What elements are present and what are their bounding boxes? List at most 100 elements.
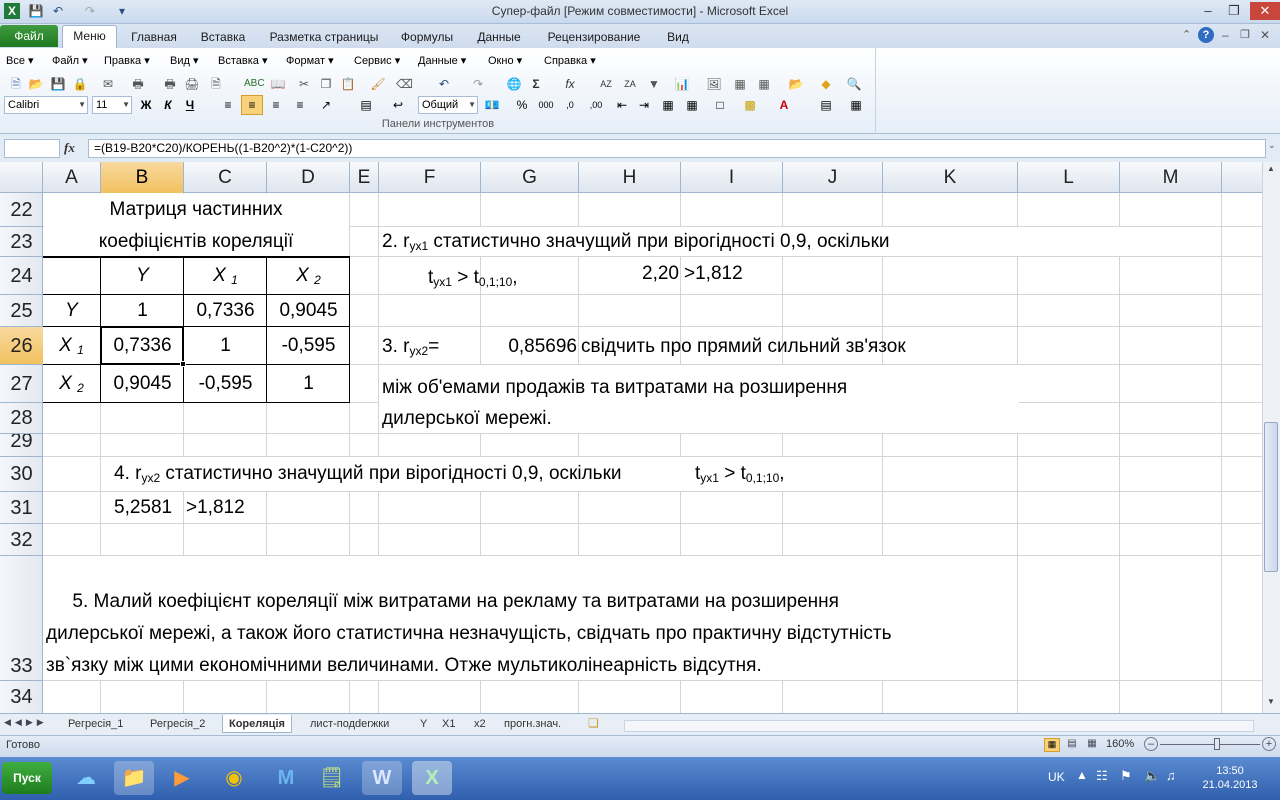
- paste-icon[interactable]: 📋: [340, 76, 356, 92]
- ie-icon[interactable]: ☁: [66, 761, 106, 795]
- sheet-tab-x2[interactable]: x2: [468, 715, 492, 733]
- cell-b24[interactable]: Y: [101, 264, 184, 288]
- tab-file[interactable]: Файл: [0, 25, 58, 47]
- row-header-27[interactable]: 27: [0, 365, 43, 403]
- copy-icon[interactable]: ❐: [318, 76, 334, 92]
- scroll-thumb[interactable]: [1264, 422, 1278, 572]
- row-header-22[interactable]: 22: [0, 193, 43, 227]
- help-icon[interactable]: ?: [1198, 27, 1214, 43]
- cell-b26[interactable]: 0,7336: [101, 334, 184, 358]
- format-cells-icon[interactable]: ▦: [660, 97, 676, 113]
- undo-toolbar-icon[interactable]: ↶: [436, 76, 452, 92]
- fill-color-icon[interactable]: ▩: [742, 97, 758, 113]
- borders-icon[interactable]: □: [712, 97, 728, 113]
- clear-icon[interactable]: ⌫: [396, 76, 413, 92]
- new-icon[interactable]: 🗎: [8, 76, 24, 92]
- cell-a27[interactable]: X 2: [43, 372, 100, 400]
- row-header-29[interactable]: 29: [0, 434, 43, 457]
- zoom-level[interactable]: 160%: [1106, 738, 1134, 750]
- zoom-out-icon[interactable]: –: [1144, 737, 1158, 751]
- sheet-tab-regression-1[interactable]: Регресія_1: [62, 715, 129, 733]
- menu-tools[interactable]: Сервис ▾: [354, 53, 400, 69]
- number-format-combo[interactable]: Общий ▼: [418, 96, 478, 114]
- row-header-32[interactable]: 32: [0, 524, 43, 556]
- menu-window[interactable]: Окно ▾: [488, 53, 522, 69]
- row-header-34[interactable]: 34: [0, 681, 43, 713]
- cell-b27[interactable]: 0,9045: [101, 372, 184, 396]
- menu-insert[interactable]: Вставка ▾: [218, 53, 267, 69]
- styles-icon[interactable]: ▤: [818, 97, 834, 113]
- cell-f28[interactable]: дилерської мережі.: [382, 407, 552, 431]
- speaker-icon[interactable]: ♫: [1166, 768, 1176, 783]
- tab-home[interactable]: Главная: [126, 27, 182, 47]
- row-header-25[interactable]: 25: [0, 295, 43, 327]
- cell-c24[interactable]: X 1: [184, 264, 267, 292]
- cell-h26[interactable]: свідчить про прямий сильний зв'язок: [581, 335, 906, 359]
- folder-icon[interactable]: 📂: [788, 76, 804, 92]
- cell-f26[interactable]: 3. ryx2=: [382, 335, 439, 363]
- menu-help[interactable]: Справка ▾: [544, 53, 596, 69]
- cell-d26[interactable]: -0,595: [267, 334, 350, 358]
- row-header-30[interactable]: 30: [0, 457, 43, 492]
- quick-print-icon[interactable]: 🖨: [184, 76, 200, 92]
- cell-b30[interactable]: 4. ryx2 статистично значущий при вірогід…: [114, 462, 622, 490]
- filter-icon[interactable]: ▼: [646, 76, 662, 92]
- cell-a33-line3[interactable]: зв`язку між цими економічними величинами…: [46, 654, 762, 678]
- name-box[interactable]: [4, 139, 60, 158]
- cell-b25[interactable]: 1: [101, 299, 184, 323]
- clock[interactable]: 13:50 21.04.2013: [1190, 764, 1270, 792]
- chart-icon[interactable]: 📊: [674, 76, 690, 92]
- network-icon[interactable]: ☷: [1096, 768, 1108, 784]
- italic-button[interactable]: К: [160, 97, 176, 113]
- column-header-d[interactable]: D: [267, 162, 350, 193]
- horizontal-scrollbar[interactable]: [624, 720, 1254, 732]
- menu-all[interactable]: Все ▾: [6, 53, 34, 69]
- autosum-icon[interactable]: Σ: [528, 76, 544, 92]
- permission-icon[interactable]: 🔒: [72, 76, 88, 92]
- language-indicator[interactable]: UK: [1048, 770, 1065, 784]
- row-header-31[interactable]: 31: [0, 492, 43, 524]
- cell-f27[interactable]: між об'емами продажів та витратами на ро…: [382, 376, 847, 400]
- tab-formulas[interactable]: Формулы: [394, 27, 460, 47]
- thousands-icon[interactable]: 000: [538, 97, 554, 113]
- row-header-24[interactable]: 24: [0, 257, 43, 295]
- column-header-m[interactable]: M: [1120, 162, 1222, 193]
- cell-d25[interactable]: 0,9045: [267, 299, 350, 323]
- font-name-combo[interactable]: Calibri ▼: [4, 96, 88, 114]
- font-size-combo[interactable]: 11 ▼: [92, 96, 132, 114]
- sort-asc-icon[interactable]: AZ: [598, 76, 614, 92]
- column-header-g[interactable]: G: [481, 162, 579, 193]
- borders-grid-icon[interactable]: ▦: [756, 76, 772, 92]
- format-cells-2-icon[interactable]: ▦: [684, 97, 700, 113]
- align-center-icon[interactable]: ≡: [241, 95, 263, 115]
- sheet-tab-x1[interactable]: X1: [436, 715, 461, 733]
- zoom-icon[interactable]: 🔍: [846, 76, 862, 92]
- notes-icon[interactable]: 🗒: [312, 761, 352, 795]
- increase-indent-icon[interactable]: ⇥: [636, 97, 652, 113]
- cell-b31[interactable]: 5,2581: [114, 496, 172, 520]
- cell-i24[interactable]: >1,812: [684, 262, 743, 286]
- scroll-up-icon[interactable]: ▲: [1264, 164, 1278, 178]
- zoom-slider-thumb[interactable]: [1214, 738, 1220, 750]
- doc-close-icon[interactable]: ✕: [1260, 28, 1270, 42]
- menu-edit[interactable]: Правка ▾: [104, 53, 150, 69]
- menu-data[interactable]: Данные ▾: [418, 53, 466, 69]
- mathcad-icon[interactable]: M: [266, 761, 306, 795]
- doc-restore-icon[interactable]: ❐: [1240, 28, 1250, 41]
- underline-button[interactable]: Ч: [182, 97, 198, 113]
- font-color-icon[interactable]: A: [776, 97, 792, 113]
- wrap-text-icon[interactable]: ↩: [390, 97, 406, 113]
- column-header-k[interactable]: K: [883, 162, 1018, 193]
- insert-function-icon[interactable]: fx: [64, 140, 84, 156]
- select-all-corner[interactable]: [0, 162, 43, 193]
- spelling-icon[interactable]: ABC: [244, 76, 265, 92]
- media-player-icon[interactable]: ▶: [162, 761, 202, 795]
- cell-a33-line2[interactable]: дилерської мережі, а також його статисти…: [46, 622, 892, 646]
- cell-f23[interactable]: 2. ryx1 статистично значущий при вірогід…: [382, 230, 890, 258]
- chrome-icon[interactable]: ◉: [214, 761, 254, 795]
- redo-toolbar-icon[interactable]: ↷: [470, 76, 486, 92]
- cell-h24[interactable]: 2,20: [579, 262, 679, 286]
- sheet-nav-icons[interactable]: ◀◀▶▶: [4, 717, 48, 728]
- word-icon[interactable]: W: [362, 761, 402, 795]
- cell-a25[interactable]: Y: [43, 299, 100, 323]
